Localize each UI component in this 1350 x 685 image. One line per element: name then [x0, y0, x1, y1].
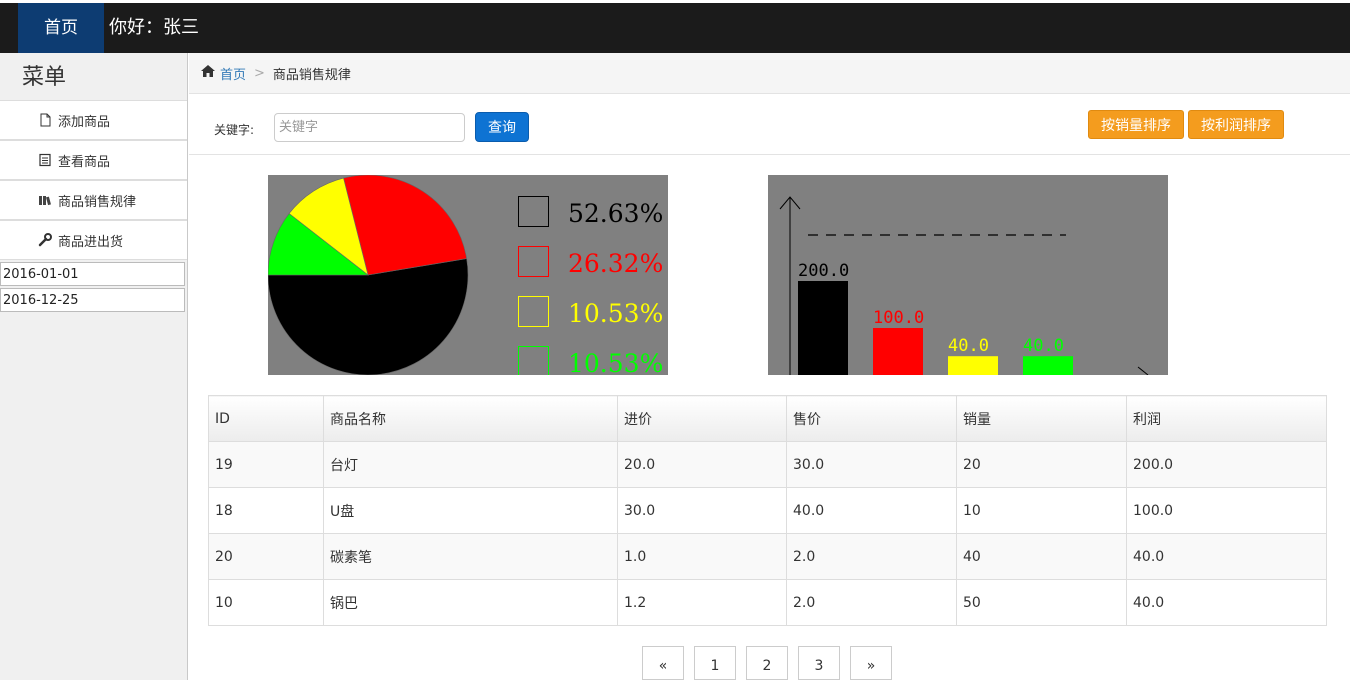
table-row: 19 台灯 20.0 30.0 20 200.0: [208, 441, 1327, 488]
sidebar-item-sales-pattern[interactable]: 商品销售规律: [0, 180, 187, 220]
cell-cost: 1.2: [617, 579, 787, 626]
cell-cost: 30.0: [617, 487, 787, 534]
cell-price: 30.0: [786, 441, 957, 488]
legend-swatch: [518, 196, 549, 227]
cell-id: 19: [208, 441, 324, 488]
bar: [1023, 356, 1073, 375]
legend-label: 10.53%: [568, 349, 663, 375]
cell-sales: 50: [956, 579, 1127, 626]
cell-id: 18: [208, 487, 324, 534]
user-greeting: 你好：张三: [109, 17, 199, 38]
start-date-input[interactable]: [0, 262, 185, 286]
bar-chart: 200.0 100.0 40.0 40.0: [779, 196, 1149, 375]
bar-value-label: 100.0: [873, 308, 924, 328]
pagination-page-1[interactable]: 1: [694, 646, 736, 680]
sidebar-item-stock[interactable]: 商品进出货: [0, 220, 187, 260]
column-header-price: 售价: [786, 395, 957, 442]
query-button[interactable]: 查询: [475, 112, 529, 142]
pie-slice: [268, 258, 469, 375]
pagination-next[interactable]: »: [850, 646, 892, 680]
column-header-sales: 销量: [956, 395, 1127, 442]
bar-value-label: 200.0: [798, 261, 849, 281]
column-header-cost: 进价: [617, 395, 787, 442]
sidebar-item-label: 商品销售规律: [58, 194, 137, 210]
cell-sales: 20: [956, 441, 1127, 488]
pagination-prev[interactable]: «: [642, 646, 684, 680]
books-icon: [38, 193, 52, 207]
cell-name: 碳素笔: [323, 533, 618, 580]
breadcrumb: 首页 > 商品销售规律: [189, 53, 1350, 94]
cell-sales: 10: [956, 487, 1127, 534]
bar-value-label: 40.0: [948, 336, 989, 356]
top-nav-bar: 首页 你好：张三: [0, 0, 1350, 53]
list-icon: [38, 153, 52, 167]
cell-name: 锅巴: [323, 579, 618, 626]
cell-cost: 1.0: [617, 533, 787, 580]
search-bar: 关键字: 查询 按销量排序 按利润排序: [189, 95, 1350, 155]
file-icon: [38, 113, 52, 127]
column-header-profit: 利润: [1126, 395, 1327, 442]
pagination-page-3[interactable]: 3: [798, 646, 840, 680]
bar: [948, 356, 998, 375]
cell-profit: 200.0: [1126, 441, 1327, 488]
bar-value-label: 40.0: [1023, 336, 1064, 356]
cell-price: 2.0: [786, 533, 957, 580]
home-icon: [201, 65, 215, 81]
product-table: ID 商品名称 进价 售价 销量 利润 19 台灯 20.0 30.0 20 2…: [208, 395, 1327, 626]
sidebar-item-label: 商品进出货: [58, 234, 124, 250]
legend-swatch: [518, 246, 549, 277]
legend-swatch: [518, 296, 549, 327]
legend-label: 10.53%: [568, 299, 663, 328]
legend-label: 52.63%: [568, 199, 663, 228]
table-row: 18 U盘 30.0 40.0 10 100.0: [208, 487, 1327, 534]
table-row: 10 锅巴 1.2 2.0 50 40.0: [208, 579, 1327, 626]
table-row: 20 碳素笔 1.0 2.0 40 40.0: [208, 533, 1327, 580]
cell-price: 40.0: [786, 487, 957, 534]
keyword-label: 关键字:: [214, 123, 255, 137]
cell-price: 2.0: [786, 579, 957, 626]
cell-name: 台灯: [323, 441, 618, 488]
column-header-id: ID: [208, 395, 324, 442]
sort-by-sales-button[interactable]: 按销量排序: [1088, 110, 1184, 139]
cell-id: 20: [208, 533, 324, 580]
column-header-name: 商品名称: [323, 395, 618, 442]
breadcrumb-home-link[interactable]: 首页: [220, 64, 246, 83]
sidebar-item-view-products[interactable]: 查看商品: [0, 140, 187, 180]
cell-profit: 100.0: [1126, 487, 1327, 534]
cell-name: U盘: [323, 487, 618, 534]
bar-chart-panel: 200.0 100.0 40.0 40.0: [768, 175, 1168, 375]
cell-id: 10: [208, 579, 324, 626]
pie-chart: 52.63% 26.32% 10.53% 10.53%: [268, 175, 663, 375]
sidebar-item-add-product[interactable]: 添加商品: [0, 100, 187, 140]
cell-profit: 40.0: [1126, 533, 1327, 580]
bar: [873, 328, 923, 375]
cell-cost: 20.0: [617, 441, 787, 488]
menu-title: 菜单: [22, 65, 67, 90]
sort-by-profit-button[interactable]: 按利润排序: [1188, 110, 1284, 139]
legend-label: 26.32%: [568, 249, 663, 278]
bar: [798, 281, 848, 375]
cell-sales: 40: [956, 533, 1127, 580]
table-header-row: ID 商品名称 进价 售价 销量 利润: [208, 395, 1327, 442]
pie-chart-panel: 52.63% 26.32% 10.53% 10.53%: [268, 175, 668, 375]
keyword-input[interactable]: [274, 113, 465, 142]
x-axis-arrow: [1137, 366, 1149, 375]
wrench-icon: [38, 233, 52, 247]
end-date-input[interactable]: [0, 288, 185, 312]
home-tab[interactable]: 首页: [18, 3, 104, 53]
breadcrumb-separator: >: [254, 65, 265, 81]
sidebar: 菜单 添加商品 查看商品 商品销售规律 商品进出货: [0, 53, 188, 680]
pagination-page-2[interactable]: 2: [746, 646, 788, 680]
breadcrumb-current: 商品销售规律: [272, 67, 351, 83]
cell-profit: 40.0: [1126, 579, 1327, 626]
legend-swatch: [518, 346, 549, 375]
sidebar-item-label: 查看商品: [58, 154, 111, 170]
sidebar-item-label: 添加商品: [58, 114, 111, 130]
